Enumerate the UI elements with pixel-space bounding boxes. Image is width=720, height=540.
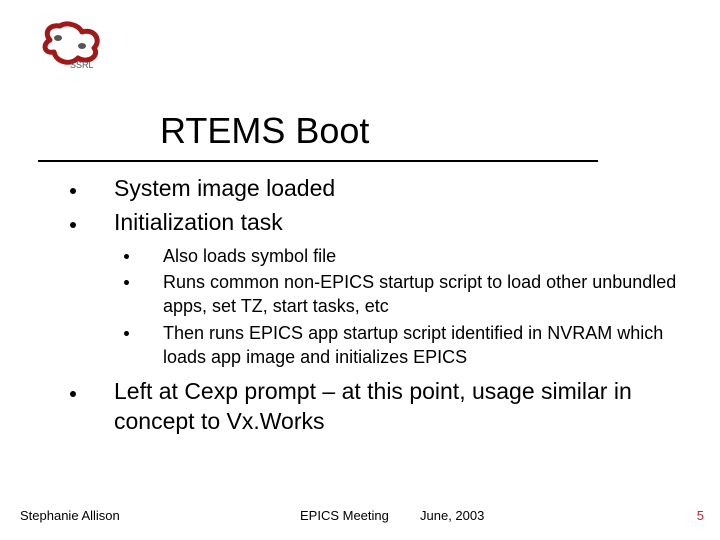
sub-bullet-text: Also loads symbol file <box>163 244 336 268</box>
bullet-text: Left at Cexp prompt – at this point, usa… <box>114 377 690 437</box>
bullet-icon <box>70 391 76 397</box>
slide-footer: Stephanie Allison EPICS Meeting June, 20… <box>0 508 720 528</box>
sub-bullet-item: Runs common non-EPICS startup script to … <box>124 270 690 319</box>
logo-text: SSRL <box>70 60 94 70</box>
footer-author: Stephanie Allison <box>20 508 120 523</box>
bullet-icon <box>124 280 129 285</box>
sub-bullet-group: Also loads symbol file Runs common non-E… <box>124 244 690 369</box>
slide-title: RTEMS Boot <box>160 110 369 152</box>
bullet-icon <box>70 222 76 228</box>
bullet-text: Initialization task <box>114 208 283 238</box>
bullet-item: Left at Cexp prompt – at this point, usa… <box>70 377 690 437</box>
sub-bullet-item: Then runs EPICS app startup script ident… <box>124 321 690 370</box>
bullet-icon <box>124 254 129 259</box>
footer-date: June, 2003 <box>420 508 484 523</box>
footer-page-number: 5 <box>697 508 704 523</box>
sub-bullet-text: Then runs EPICS app startup script ident… <box>163 321 690 370</box>
bullet-text: System image loaded <box>114 174 335 204</box>
bullet-item: System image loaded <box>70 174 690 204</box>
bullet-icon <box>124 331 129 336</box>
title-rule <box>38 160 598 162</box>
bullet-item: Initialization task <box>70 208 690 238</box>
sub-bullet-text: Runs common non-EPICS startup script to … <box>163 270 690 319</box>
ssrl-logo: SSRL <box>38 18 108 70</box>
footer-event: EPICS Meeting <box>300 508 389 523</box>
bullet-icon <box>70 188 76 194</box>
sub-bullet-item: Also loads symbol file <box>124 244 690 268</box>
slide-body: System image loaded Initialization task … <box>70 174 690 441</box>
